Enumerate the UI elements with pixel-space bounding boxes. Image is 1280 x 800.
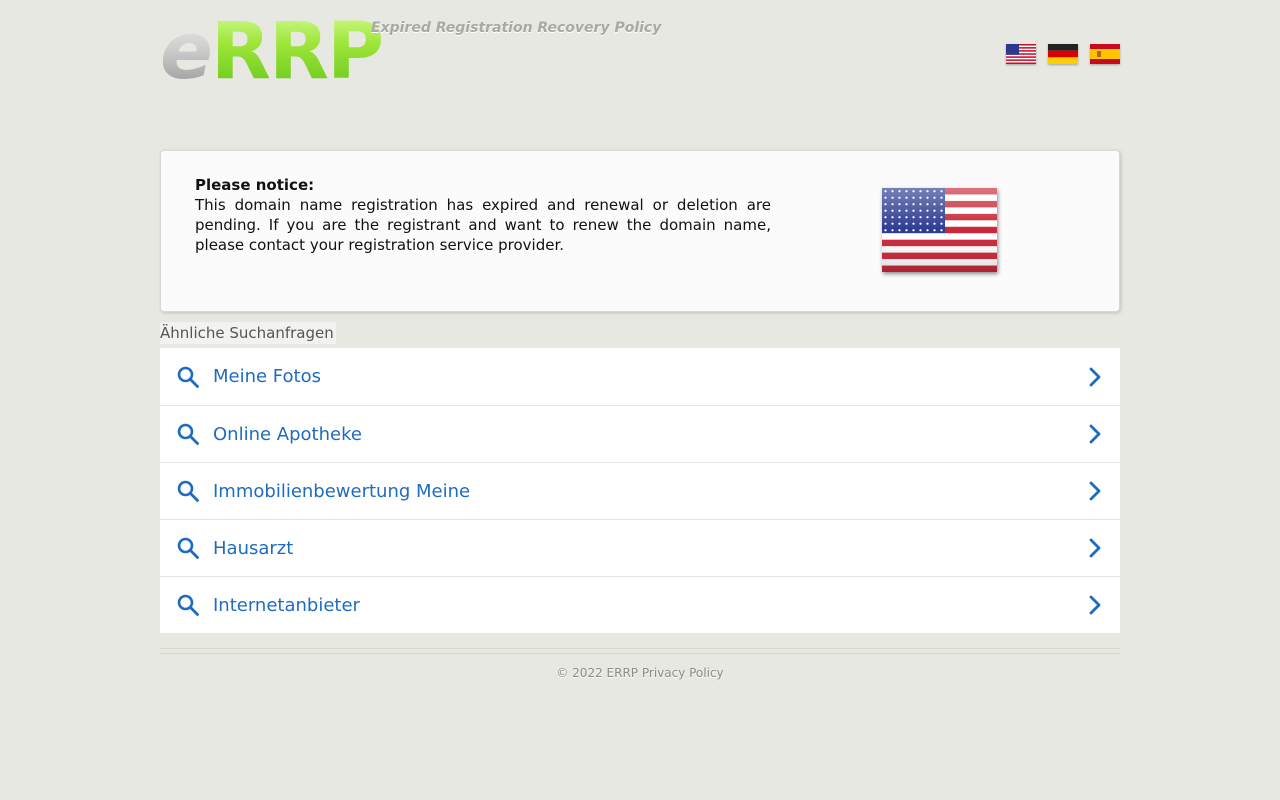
expiry-notice-card: Please notice: This domain name registra…	[160, 150, 1120, 312]
notice-heading: Please notice:	[195, 176, 315, 194]
chevron-right-icon	[1089, 424, 1101, 444]
notice-text: Please notice: This domain name registra…	[195, 175, 771, 255]
list-item-label: Meine Fotos	[213, 366, 321, 387]
search-icon	[177, 423, 199, 445]
de-flag-icon[interactable]	[1048, 44, 1078, 64]
es-flag-icon[interactable]	[1090, 44, 1120, 64]
search-icon	[177, 594, 199, 616]
chevron-right-icon	[1089, 595, 1101, 615]
list-item[interactable]: Online Apotheke	[160, 405, 1120, 462]
us-flag-icon[interactable]	[1006, 44, 1036, 64]
privacy-policy-link[interactable]: Privacy Policy	[642, 666, 724, 680]
search-icon	[177, 366, 199, 388]
chevron-right-icon	[1089, 481, 1101, 501]
list-item-label: Internetanbieter	[213, 594, 360, 616]
notice-body: This domain name registration has expire…	[195, 196, 771, 254]
logo-e: e	[160, 7, 213, 97]
list-item[interactable]: Meine Fotos	[160, 348, 1120, 405]
list-item[interactable]: Hausarzt	[160, 519, 1120, 576]
list-item-label: Immobilienbewertung Meine	[213, 480, 471, 502]
list-item[interactable]: Immobilienbewertung Meine	[160, 462, 1120, 519]
list-item-label: Online Apotheke	[213, 423, 362, 445]
search-icon	[177, 480, 199, 502]
footer-divider	[160, 648, 1120, 654]
site-tagline: Expired Registration Recovery Policy	[371, 20, 662, 36]
list-item-label: Hausarzt	[213, 537, 294, 559]
language-switcher	[1006, 44, 1120, 64]
us-flag-icon	[882, 188, 997, 272]
search-icon	[177, 537, 199, 559]
errp-logo[interactable]: eRRP	[160, 12, 384, 92]
chevron-right-icon	[1089, 538, 1101, 558]
related-searches-list: Meine Fotos Online Apotheke Immobilienbe…	[160, 348, 1120, 633]
footer-copyright: © 2022 ERRP	[556, 666, 639, 680]
logo-rrp: RRP	[210, 7, 384, 97]
related-searches-title: Ähnliche Suchanfragen	[160, 322, 336, 344]
list-item[interactable]: Internetanbieter	[160, 576, 1120, 633]
chevron-right-icon	[1089, 367, 1101, 386]
footer: © 2022 ERRP Privacy Policy	[160, 666, 1120, 680]
